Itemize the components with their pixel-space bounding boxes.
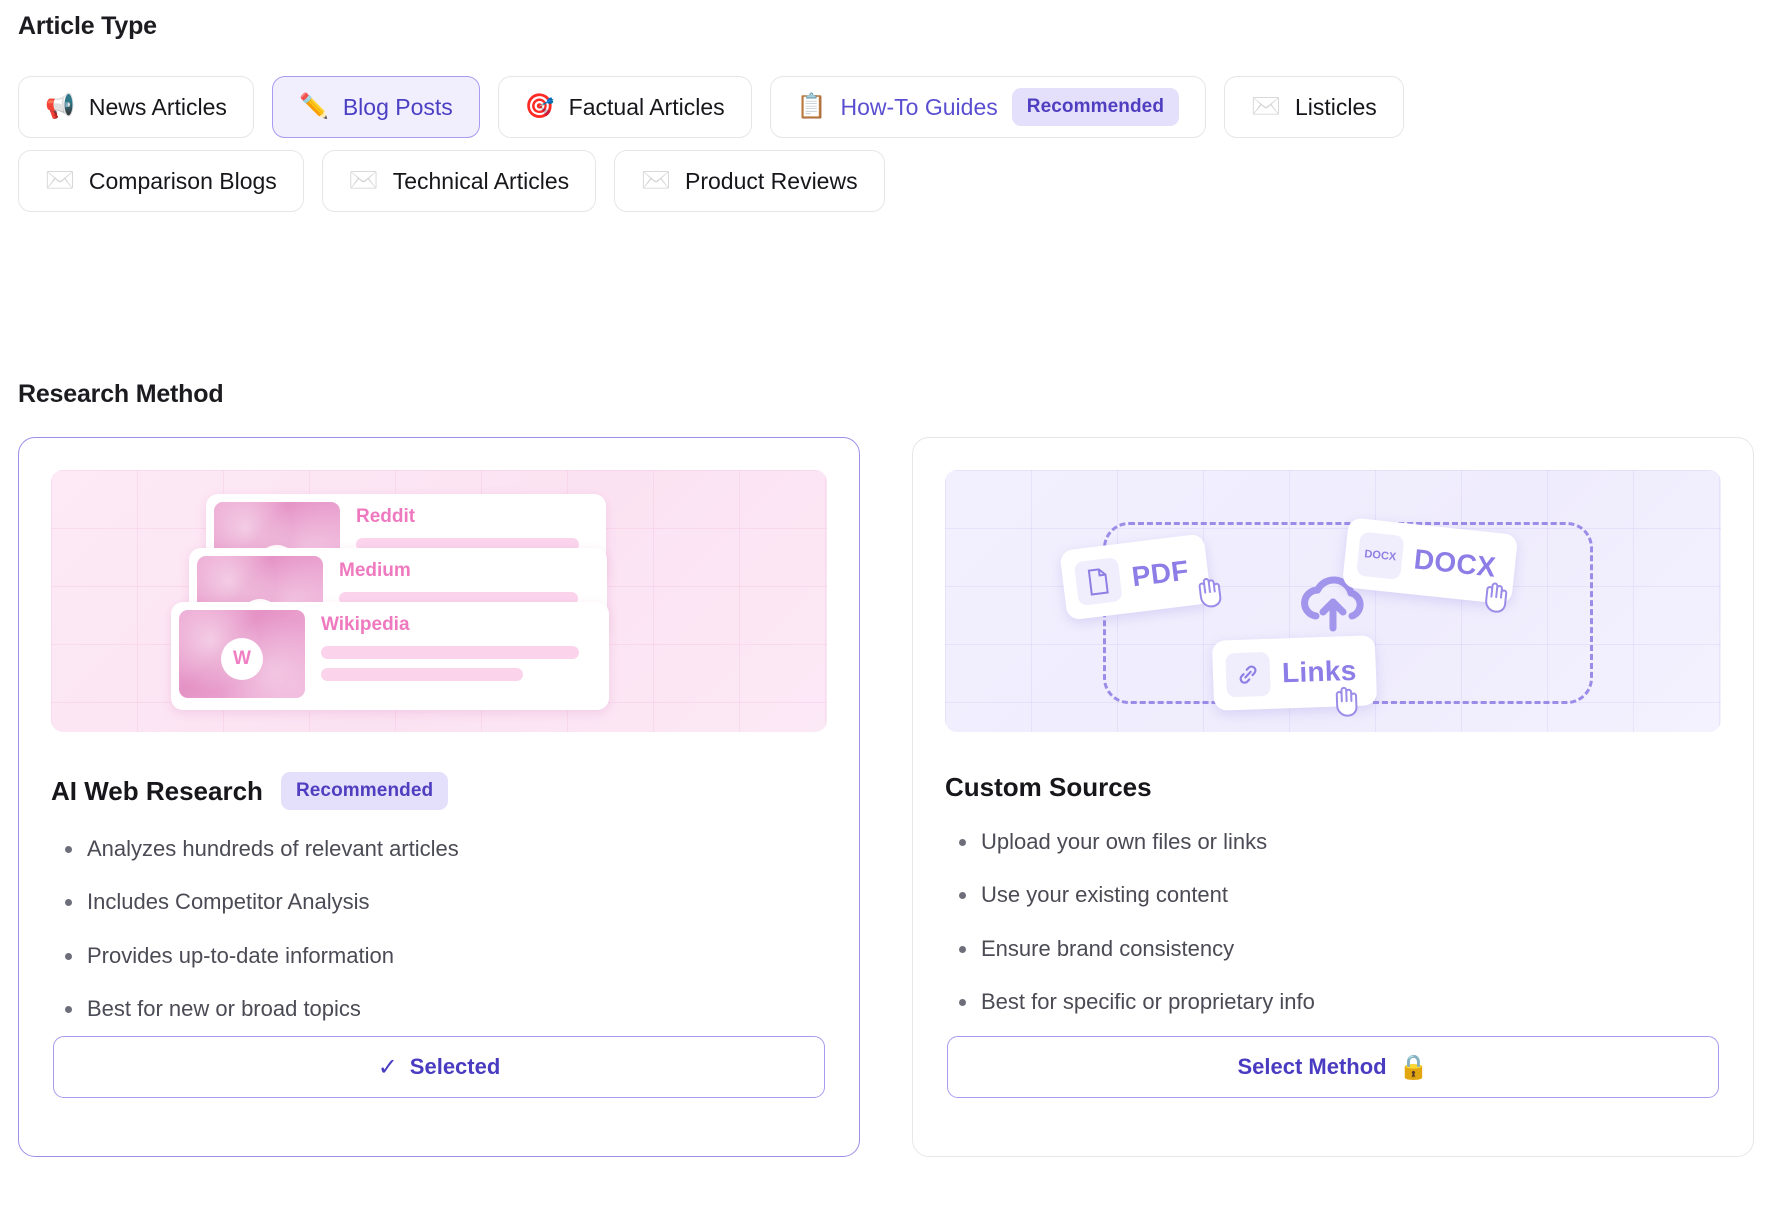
- selected-button[interactable]: ✓ Selected: [53, 1036, 825, 1098]
- feature-list: Upload your own files or links Use your …: [945, 829, 1721, 1014]
- recommended-badge: Recommended: [1012, 88, 1179, 126]
- source-body: Wikipedia: [321, 610, 601, 690]
- source-name: Medium: [339, 560, 599, 582]
- chip-label: News Articles: [89, 94, 227, 121]
- chip-label: Product Reviews: [685, 168, 858, 195]
- megaphone-icon: 📢: [45, 95, 75, 119]
- grab-hand-cursor-icon: [1193, 574, 1231, 612]
- file-chip-links: Links: [1212, 635, 1377, 711]
- article-type-chip-how-to-guides[interactable]: 📋 How-To Guides Recommended: [770, 76, 1206, 138]
- article-type-heading: Article Type: [18, 12, 157, 41]
- select-method-button[interactable]: Select Method 🔒: [947, 1036, 1719, 1098]
- article-setup-page: Article Type 📢 News Articles ✏️ Blog Pos…: [0, 0, 1772, 1216]
- source-card-wikipedia: W Wikipedia: [171, 602, 609, 710]
- list-item: Use your existing content: [945, 882, 1721, 907]
- source-name: Reddit: [356, 506, 598, 528]
- list-item: Analyzes hundreds of relevant articles: [51, 836, 827, 861]
- article-type-chip-factual-articles[interactable]: 🎯 Factual Articles: [498, 76, 752, 138]
- card-header: AI Web Research Recommended: [51, 772, 827, 810]
- link-icon: [1225, 652, 1271, 698]
- list-item: Best for specific or proprietary info: [945, 989, 1721, 1014]
- grab-hand-cursor-icon: [1331, 685, 1366, 720]
- file-chip-label: PDF: [1130, 555, 1190, 594]
- research-method-card-group: Reddit Medium: [18, 437, 1754, 1157]
- recommended-badge: Recommended: [281, 772, 448, 810]
- envelope-icon: ✉️: [1251, 95, 1281, 119]
- chip-label: Blog Posts: [343, 94, 453, 121]
- grab-hand-cursor-icon: [1479, 579, 1516, 616]
- source-thumbnail: W: [179, 610, 305, 698]
- research-method-card-ai-web-research[interactable]: Reddit Medium: [18, 437, 860, 1157]
- placeholder-line: [321, 668, 523, 681]
- card-title: Custom Sources: [945, 772, 1152, 803]
- chip-label: Technical Articles: [393, 168, 569, 195]
- clipboard-icon: 📋: [797, 95, 827, 119]
- card-title: AI Web Research: [51, 776, 263, 807]
- article-type-chip-blog-posts[interactable]: ✏️ Blog Posts: [272, 76, 480, 138]
- list-item: Upload your own files or links: [945, 829, 1721, 854]
- button-label: Select Method: [1237, 1054, 1386, 1080]
- dart-icon: 🎯: [525, 95, 555, 119]
- chip-label: Comparison Blogs: [89, 168, 277, 195]
- chip-label: Listicles: [1295, 94, 1377, 121]
- article-type-chip-comparison-blogs[interactable]: ✉️ Comparison Blogs: [18, 150, 304, 212]
- ai-web-research-illustration: Reddit Medium: [51, 470, 827, 732]
- article-type-chip-group: 📢 News Articles ✏️ Blog Posts 🎯 Factual …: [18, 76, 1754, 224]
- article-type-chip-news-articles[interactable]: 📢 News Articles: [18, 76, 254, 138]
- article-type-chip-product-reviews[interactable]: ✉️ Product Reviews: [614, 150, 884, 212]
- source-name: Wikipedia: [321, 614, 601, 636]
- check-icon: ✓: [378, 1053, 398, 1082]
- article-type-chip-listicles[interactable]: ✉️ Listicles: [1224, 76, 1404, 138]
- list-item: Ensure brand consistency: [945, 936, 1721, 961]
- envelope-icon: ✉️: [641, 169, 671, 193]
- research-method-heading: Research Method: [18, 380, 223, 409]
- article-type-chip-technical-articles[interactable]: ✉️ Technical Articles: [322, 150, 596, 212]
- research-method-card-custom-sources[interactable]: PDF DOCX DOCX: [912, 437, 1754, 1157]
- docx-file-icon: DOCX: [1356, 532, 1404, 580]
- envelope-icon: ✉️: [349, 169, 379, 193]
- chip-label: Factual Articles: [569, 94, 725, 121]
- lock-icon: 🔒: [1399, 1053, 1429, 1082]
- pdf-file-icon: [1074, 557, 1123, 606]
- feature-list: Analyzes hundreds of relevant articles I…: [51, 836, 827, 1021]
- pencil-icon: ✏️: [299, 95, 329, 119]
- list-item: Includes Competitor Analysis: [51, 889, 827, 914]
- placeholder-line: [321, 646, 579, 659]
- button-label: Selected: [410, 1054, 501, 1080]
- list-item: Provides up-to-date information: [51, 943, 827, 968]
- article-type-row-1: 📢 News Articles ✏️ Blog Posts 🎯 Factual …: [18, 76, 1754, 138]
- custom-sources-illustration: PDF DOCX DOCX: [945, 470, 1721, 732]
- chip-label: How-To Guides: [841, 94, 998, 121]
- article-type-row-2: ✉️ Comparison Blogs ✉️ Technical Article…: [18, 150, 1754, 212]
- list-item: Best for new or broad topics: [51, 996, 827, 1021]
- wikipedia-logo-icon: W: [221, 638, 263, 680]
- envelope-icon: ✉️: [45, 169, 75, 193]
- card-header: Custom Sources: [945, 772, 1721, 803]
- file-chip-label: DOCX: [1412, 543, 1497, 583]
